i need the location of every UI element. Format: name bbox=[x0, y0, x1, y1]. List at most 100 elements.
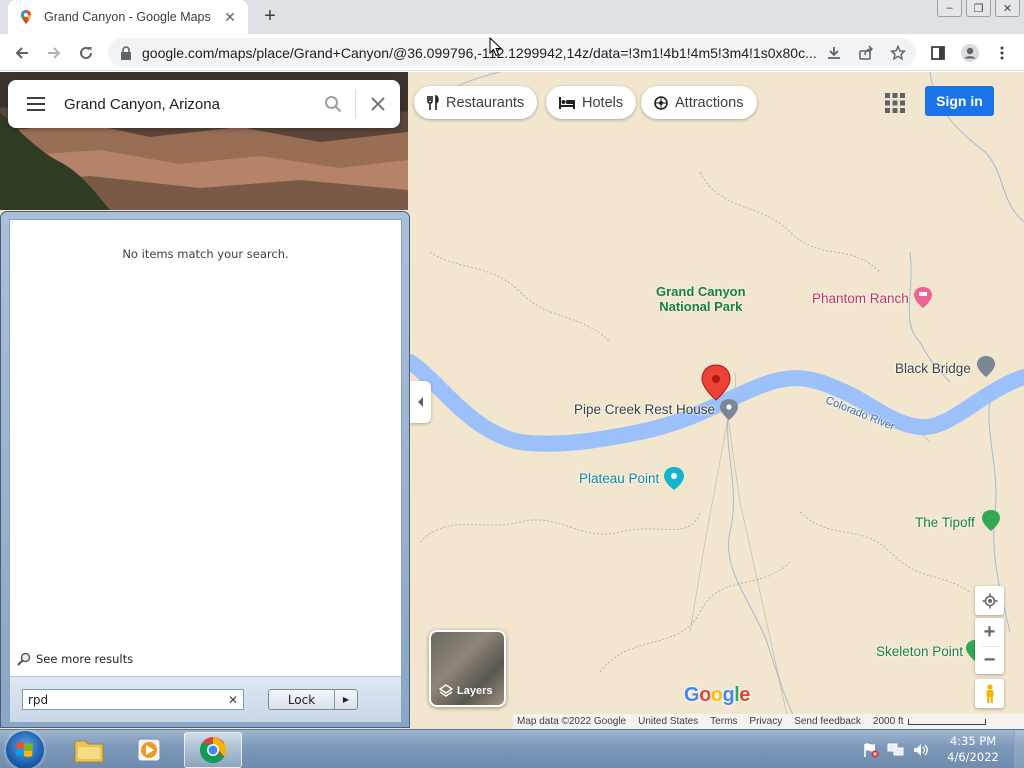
action-center-flag-icon[interactable] bbox=[862, 742, 880, 758]
more-vert-icon bbox=[1000, 46, 1004, 60]
power-options-arrow-icon[interactable]: ▶ bbox=[335, 690, 357, 709]
start-menu: No items match your search. See more res… bbox=[0, 211, 410, 728]
privacy-link[interactable]: Privacy bbox=[749, 716, 790, 727]
park-label[interactable]: Grand Canyon National Park bbox=[656, 284, 746, 314]
terms-link[interactable]: Terms bbox=[710, 716, 745, 727]
share-button[interactable] bbox=[852, 39, 880, 67]
place-plateau-point[interactable]: Plateau Point bbox=[579, 471, 659, 486]
browser-tab[interactable]: Grand Canyon - Google Maps ✕ bbox=[8, 0, 248, 34]
bookmark-button[interactable] bbox=[884, 39, 912, 67]
place-skeleton-point[interactable]: Skeleton Point bbox=[876, 644, 963, 659]
download-icon bbox=[828, 47, 840, 59]
start-search-input[interactable]: rpd ✕ bbox=[22, 689, 244, 710]
search-icon bbox=[325, 96, 342, 113]
browser-toolbar: google.com/maps/place/Grand+Canyon/@36.0… bbox=[0, 34, 1024, 71]
pegman-street-view-button[interactable] bbox=[975, 679, 1004, 708]
reload-icon bbox=[80, 46, 92, 59]
zoom-controls: + − bbox=[975, 618, 1004, 674]
attractions-icon bbox=[654, 95, 668, 110]
lock-icon bbox=[121, 45, 131, 60]
close-window-button[interactable]: ✕ bbox=[995, 0, 1020, 17]
layers-button[interactable]: Layers bbox=[429, 630, 506, 707]
start-search-value: rpd bbox=[28, 692, 49, 707]
send-feedback-link[interactable]: Send feedback bbox=[794, 716, 869, 727]
back-button[interactable] bbox=[8, 39, 36, 67]
taskbar-media-player[interactable] bbox=[121, 732, 179, 768]
zoom-out-button[interactable]: − bbox=[984, 647, 996, 674]
taskbar: 4:35 PM 4/6/2022 bbox=[0, 729, 1024, 768]
bed-icon bbox=[559, 96, 575, 109]
place-pipe-creek-rest-house[interactable]: Pipe Creek Rest House bbox=[574, 402, 715, 417]
media-player-icon bbox=[137, 738, 161, 762]
restore-button[interactable]: ❐ bbox=[966, 0, 991, 17]
tab-close-icon[interactable]: ✕ bbox=[222, 9, 238, 25]
taskbar-explorer[interactable] bbox=[60, 732, 118, 768]
chevron-left-icon bbox=[417, 397, 423, 407]
network-icon[interactable] bbox=[887, 742, 905, 758]
address-bar[interactable]: google.com/maps/place/Grand+Canyon/@36.0… bbox=[108, 38, 916, 67]
maps-search-box: Grand Canyon, Arizona bbox=[8, 80, 400, 128]
forward-button[interactable] bbox=[40, 39, 68, 67]
pegman-icon bbox=[986, 683, 993, 703]
layers-icon bbox=[439, 684, 453, 697]
url-text[interactable]: google.com/maps/place/Grand+Canyon/@36.0… bbox=[142, 45, 906, 61]
hamburger-menu-button[interactable] bbox=[8, 80, 64, 128]
place-black-bridge[interactable]: Black Bridge bbox=[895, 361, 971, 376]
chip-label: Restaurants bbox=[446, 94, 525, 111]
map-data-attribution: Map data ©2022 Google bbox=[517, 716, 627, 727]
chip-hotels[interactable]: Hotels bbox=[546, 86, 637, 119]
taskbar-clock[interactable]: 4:35 PM 4/6/2022 bbox=[940, 733, 1006, 765]
mouse-cursor-icon bbox=[489, 37, 503, 57]
start-menu-bottom-bar: rpd ✕ Lock ▶ bbox=[10, 676, 401, 722]
lock-button: Lock ▶ bbox=[268, 689, 358, 710]
tab-title: Grand Canyon - Google Maps bbox=[44, 10, 211, 24]
share-icon bbox=[859, 45, 874, 60]
menu-icon bbox=[27, 97, 45, 111]
system-tray bbox=[862, 730, 930, 768]
no-results-message: No items match your search. bbox=[122, 247, 289, 261]
chrome-menu-button[interactable] bbox=[988, 39, 1016, 67]
start-menu-results-pane: No items match your search. See more res… bbox=[9, 219, 402, 722]
map-footer: Map data ©2022 Google United States Term… bbox=[513, 714, 1024, 729]
profile-avatar-icon bbox=[961, 44, 979, 62]
start-button[interactable] bbox=[6, 731, 44, 768]
search-button[interactable] bbox=[311, 80, 355, 128]
new-tab-button[interactable]: + bbox=[258, 6, 282, 28]
place-the-tipoff[interactable]: The Tipoff bbox=[915, 515, 975, 530]
search-input[interactable]: Grand Canyon, Arizona bbox=[64, 96, 311, 113]
side-panel-icon bbox=[931, 46, 945, 60]
clear-search-icon[interactable]: ✕ bbox=[228, 693, 238, 707]
volume-icon[interactable] bbox=[912, 742, 930, 758]
reload-button[interactable] bbox=[72, 39, 100, 67]
region-link[interactable]: United States bbox=[638, 716, 706, 727]
scale-bar bbox=[907, 718, 986, 725]
place-phantom-ranch[interactable]: Phantom Ranch bbox=[812, 291, 909, 306]
profile-button[interactable] bbox=[956, 39, 984, 67]
side-panel-button[interactable] bbox=[924, 39, 952, 67]
clear-search-button[interactable] bbox=[356, 80, 400, 128]
fork-knife-icon bbox=[427, 94, 439, 110]
google-maps-favicon-icon bbox=[21, 10, 31, 24]
chip-attractions[interactable]: Attractions bbox=[641, 86, 757, 119]
scale-label[interactable]: 2000 ft bbox=[873, 716, 912, 727]
see-more-results-link[interactable]: See more results bbox=[17, 652, 133, 666]
sign-in-button[interactable]: Sign in bbox=[925, 86, 994, 116]
my-location-button[interactable] bbox=[975, 586, 1004, 615]
windows-logo-icon bbox=[16, 742, 33, 757]
collapse-panel-button[interactable] bbox=[410, 381, 431, 423]
taskbar-chrome[interactable] bbox=[184, 732, 242, 768]
show-desktop-button[interactable] bbox=[1014, 730, 1024, 768]
chrome-icon bbox=[199, 737, 227, 764]
chip-label: Attractions bbox=[675, 94, 744, 111]
clock-date: 4/6/2022 bbox=[947, 750, 999, 764]
my-location-icon bbox=[982, 593, 997, 608]
install-app-button[interactable] bbox=[820, 39, 848, 67]
minimize-button[interactable]: – bbox=[937, 0, 962, 17]
layers-label-wrap: Layers bbox=[439, 684, 492, 698]
google-apps-icon[interactable] bbox=[884, 92, 906, 114]
magnifier-icon bbox=[17, 652, 31, 666]
lock-button-label[interactable]: Lock bbox=[269, 690, 335, 709]
folder-icon bbox=[74, 740, 104, 763]
chip-restaurants[interactable]: Restaurants bbox=[414, 86, 538, 119]
zoom-in-button[interactable]: + bbox=[984, 618, 996, 646]
